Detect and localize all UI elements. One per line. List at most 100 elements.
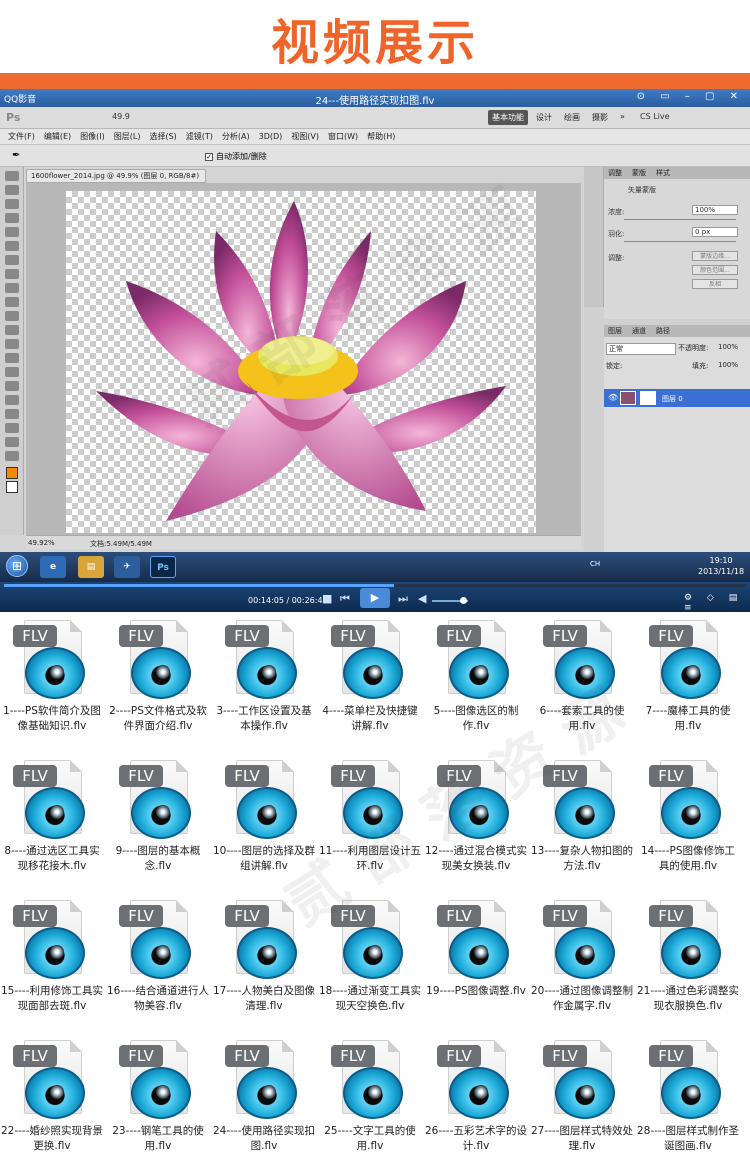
flv-file-item[interactable]: FLV 18----通过渐变工具实现天空换色.flv bbox=[318, 892, 422, 1032]
play-button[interactable]: ▶ bbox=[360, 588, 390, 608]
taskbar-clock[interactable]: 19:10 2013/11/18 bbox=[698, 555, 744, 577]
invert-button[interactable]: 反相 bbox=[692, 279, 738, 289]
flv-file-item[interactable]: FLV 7----魔棒工具的使用.flv bbox=[636, 612, 740, 752]
tab-styles[interactable]: 样式 bbox=[656, 168, 670, 178]
workspace-painting[interactable]: 绘画 bbox=[560, 110, 584, 125]
flv-file-item[interactable]: FLV 6----套索工具的使用.flv bbox=[530, 612, 634, 752]
menu-layer[interactable]: 图层(L) bbox=[114, 131, 141, 142]
ps-zoom-select[interactable]: 49.9 bbox=[112, 112, 130, 121]
path-select-tool-icon[interactable] bbox=[5, 395, 19, 405]
menu-window[interactable]: 窗口(W) bbox=[328, 131, 358, 142]
document-tab[interactable]: 1600flower_2014.jpg @ 49.9% (图层 0, RGB/8… bbox=[26, 169, 206, 183]
feather-slider[interactable] bbox=[624, 241, 736, 242]
flv-file-item[interactable]: FLV 15----利用修饰工具实现面部去斑.flv bbox=[0, 892, 104, 1032]
stop-icon[interactable]: ■ bbox=[322, 592, 332, 605]
history-brush-icon[interactable] bbox=[5, 297, 19, 307]
flv-file-item[interactable]: FLV 16----结合通道进行人物美容.flv bbox=[106, 892, 210, 1032]
menu-3d[interactable]: 3D(D) bbox=[259, 132, 283, 141]
shape-tool-icon[interactable] bbox=[5, 409, 19, 419]
cs-live-button[interactable]: CS Live bbox=[640, 112, 670, 121]
volume-knob[interactable] bbox=[460, 597, 467, 604]
previous-icon[interactable]: ⏮ bbox=[340, 592, 350, 606]
seek-bar[interactable] bbox=[4, 584, 746, 587]
flv-file-item[interactable]: FLV 3----工作区设置及基本操作.flv bbox=[212, 612, 316, 752]
brush-tool-icon[interactable] bbox=[5, 269, 19, 279]
eraser-tool-icon[interactable] bbox=[5, 311, 19, 321]
menu-edit[interactable]: 编辑(E) bbox=[44, 131, 71, 142]
tab-channels[interactable]: 通道 bbox=[632, 326, 646, 336]
flv-file-item[interactable]: FLV 28----图层样式制作圣诞图画.flv bbox=[636, 1032, 740, 1172]
stamp-tool-icon[interactable] bbox=[5, 283, 19, 293]
opacity-field[interactable]: 100% bbox=[718, 343, 738, 351]
window-controls[interactable]: ⊙ ▭ – ▢ ✕ bbox=[637, 91, 744, 102]
menu-filter[interactable]: 滤镜(T) bbox=[186, 131, 213, 142]
workspace-photography[interactable]: 摄影 bbox=[588, 110, 612, 125]
flv-file-item[interactable]: FLV 24----使用路径实现扣图.flv bbox=[212, 1032, 316, 1172]
density-slider[interactable] bbox=[624, 219, 736, 220]
workspace-essentials[interactable]: 基本功能 bbox=[488, 110, 528, 125]
flv-file-item[interactable]: FLV 20----通过图像调整制作金属字.flv bbox=[530, 892, 634, 1032]
blend-mode-select[interactable]: 正常 bbox=[606, 343, 676, 355]
dodge-tool-icon[interactable] bbox=[5, 353, 19, 363]
flv-file-item[interactable]: FLV 22----婚纱照实现背景更换.flv bbox=[0, 1032, 104, 1172]
lasso-tool-icon[interactable] bbox=[5, 199, 19, 209]
volume-icon[interactable]: ◀ bbox=[418, 592, 426, 605]
flv-file-item[interactable]: FLV 11----利用图层设计五环.flv bbox=[318, 752, 422, 892]
flv-file-item[interactable]: FLV 1----PS软件简介及图像基础知识.flv bbox=[0, 612, 104, 752]
flv-file-item[interactable]: FLV 25----文字工具的使用.flv bbox=[318, 1032, 422, 1172]
eye-icon[interactable]: 👁 bbox=[608, 393, 618, 402]
auto-add-delete-option[interactable]: ✓ 自动添加/删除 bbox=[205, 151, 267, 162]
tab-layers[interactable]: 图层 bbox=[608, 326, 622, 336]
menu-file[interactable]: 文件(F) bbox=[8, 131, 35, 142]
zoom-tool-icon[interactable] bbox=[5, 451, 19, 461]
next-icon[interactable]: ⏭ bbox=[398, 592, 408, 606]
start-button[interactable]: ⊞ bbox=[6, 555, 28, 577]
flv-file-item[interactable]: FLV 14----PS图像修饰工具的使用.flv bbox=[636, 752, 740, 892]
app-taskbar-icon[interactable]: ✈ bbox=[114, 556, 140, 578]
foreground-color-swatch[interactable] bbox=[6, 467, 18, 479]
quick-select-tool-icon[interactable] bbox=[5, 213, 19, 223]
flv-file-item[interactable]: FLV 21----通过色彩调整实现衣服换色.flv bbox=[636, 892, 740, 1032]
background-color-swatch[interactable] bbox=[6, 481, 18, 493]
pen-tool-icon[interactable] bbox=[5, 367, 19, 377]
menu-analysis[interactable]: 分析(A) bbox=[222, 131, 250, 142]
flv-file-item[interactable]: FLV 10----图层的选择及群组讲解.flv bbox=[212, 752, 316, 892]
flv-file-item[interactable]: FLV 19----PS图像调整.flv bbox=[424, 892, 528, 1032]
tab-masks[interactable]: 蒙版 bbox=[632, 168, 646, 178]
flv-file-item[interactable]: FLV 2----PS文件格式及软件界面介绍.flv bbox=[106, 612, 210, 752]
flv-file-item[interactable]: FLV 4----菜单栏及快捷键讲解.flv bbox=[318, 612, 422, 752]
crop-tool-icon[interactable] bbox=[5, 227, 19, 237]
type-tool-icon[interactable] bbox=[5, 381, 19, 391]
menu-image[interactable]: 图像(I) bbox=[80, 131, 105, 142]
blur-tool-icon[interactable] bbox=[5, 339, 19, 349]
feather-field[interactable]: 0 px bbox=[692, 227, 738, 237]
healing-tool-icon[interactable] bbox=[5, 255, 19, 265]
tab-adjustments[interactable]: 调整 bbox=[608, 168, 622, 178]
auto-add-delete-checkbox[interactable]: ✓ bbox=[205, 152, 213, 161]
flv-file-item[interactable]: FLV 26----五彩艺术字的设计.flv bbox=[424, 1032, 528, 1172]
pen-tool-icon[interactable]: ✒ bbox=[12, 150, 20, 161]
workspace-design[interactable]: 设计 bbox=[532, 110, 556, 125]
menu-help[interactable]: 帮助(H) bbox=[367, 131, 395, 142]
mask-edge-button[interactable]: 蒙版边缘... bbox=[692, 251, 738, 261]
status-zoom[interactable]: 49.92% bbox=[28, 539, 55, 547]
explorer-taskbar-icon[interactable]: ▤ bbox=[78, 556, 104, 578]
flv-file-item[interactable]: FLV 5----图像选区的制作.flv bbox=[424, 612, 528, 752]
ie-taskbar-icon[interactable]: e bbox=[40, 556, 66, 578]
color-range-button[interactable]: 颜色范围... bbox=[692, 265, 738, 275]
flv-file-item[interactable]: FLV 8----通过选区工具实现移花接木.flv bbox=[0, 752, 104, 892]
flv-file-item[interactable]: FLV 27----图层样式特效处理.flv bbox=[530, 1032, 634, 1172]
photoshop-taskbar-icon[interactable]: Ps bbox=[150, 556, 176, 578]
workspace-more[interactable]: » bbox=[616, 110, 629, 125]
hand-tool-icon[interactable] bbox=[5, 437, 19, 447]
document-canvas[interactable] bbox=[66, 191, 536, 533]
3d-tool-icon[interactable] bbox=[5, 423, 19, 433]
density-field[interactable]: 100% bbox=[692, 205, 738, 215]
flv-file-item[interactable]: FLV 23----钢笔工具的使用.flv bbox=[106, 1032, 210, 1172]
flv-file-item[interactable]: FLV 12----通过混合模式实现美女换装.flv bbox=[424, 752, 528, 892]
flv-file-item[interactable]: FLV 17----人物美白及图像清理.flv bbox=[212, 892, 316, 1032]
right-control-icons[interactable]: ⚙ ◇ ▤ ≡ bbox=[684, 593, 750, 613]
menu-view[interactable]: 视图(V) bbox=[291, 131, 319, 142]
marquee-tool-icon[interactable] bbox=[5, 185, 19, 195]
menu-select[interactable]: 选择(S) bbox=[149, 131, 176, 142]
